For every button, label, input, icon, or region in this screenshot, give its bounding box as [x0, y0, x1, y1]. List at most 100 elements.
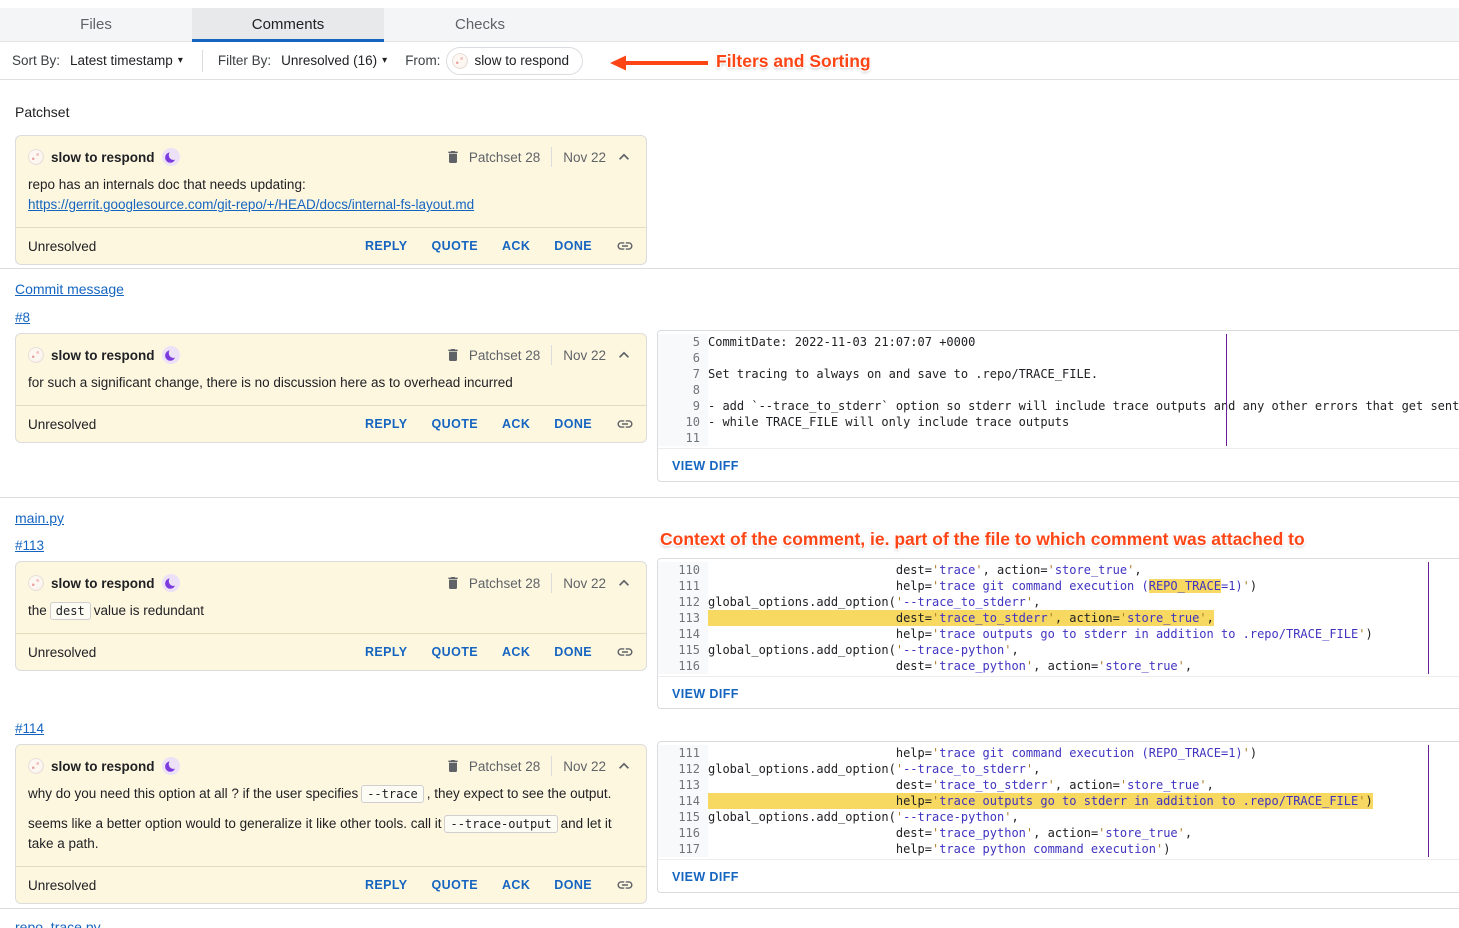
ack-button[interactable]: ACK — [502, 239, 530, 253]
reply-button[interactable]: REPLY — [365, 417, 408, 431]
quote-button[interactable]: QUOTE — [432, 645, 478, 659]
divider — [551, 756, 552, 776]
quote-button[interactable]: QUOTE — [432, 417, 478, 431]
comment-header-meta: Patchset 28Nov 22 — [445, 573, 634, 593]
done-button[interactable]: DONE — [554, 239, 592, 253]
tab-files[interactable]: Files — [0, 8, 192, 41]
view-diff-button[interactable]: VIEW DIFF — [672, 687, 739, 701]
divider — [551, 147, 552, 167]
diff-line-text: dest='trace_python', action='store_true'… — [708, 658, 1192, 674]
line-number: 9 — [658, 398, 708, 414]
diff-line: 117 help='trace python command execution… — [658, 841, 1459, 857]
view-diff-button[interactable]: VIEW DIFF — [672, 459, 739, 473]
comment-actions: REPLY QUOTE ACK DONE — [365, 415, 634, 433]
avatar — [28, 347, 44, 363]
anchor-link-113[interactable]: #113 — [15, 538, 44, 553]
caret-down-icon: ▾ — [382, 55, 387, 66]
diff-context-commit-message: 5CommitDate: 2022-11-03 21:07:07 +000067… — [657, 330, 1459, 482]
tab-comments[interactable]: Comments — [192, 8, 384, 41]
collapse-comment-button[interactable] — [614, 147, 634, 167]
done-button[interactable]: DONE — [554, 878, 592, 892]
comment-date: Nov 22 — [563, 576, 606, 591]
diff-line-text: help='trace python command execution') — [708, 841, 1170, 857]
done-button[interactable]: DONE — [554, 417, 592, 431]
section-separator — [0, 268, 1459, 269]
comment-text: seems like a better option would to gene… — [28, 816, 441, 831]
tab-label: Files — [80, 16, 112, 33]
delete-comment-button[interactable] — [445, 575, 461, 591]
ack-button[interactable]: ACK — [502, 645, 530, 659]
ack-button[interactable]: ACK — [502, 878, 530, 892]
patchset-label: Patchset 28 — [469, 150, 540, 165]
tab-checks[interactable]: Checks — [384, 8, 576, 41]
unresolved-status: Unresolved — [28, 417, 96, 432]
comment-author: slow to respond — [51, 150, 155, 165]
copy-link-button[interactable] — [616, 876, 634, 894]
anchor-link-114[interactable]: #114 — [15, 721, 44, 736]
line-number: 116 — [658, 825, 708, 841]
sort-by-dropdown[interactable]: Latest timestamp ▾ — [66, 51, 187, 70]
comment-link[interactable]: https://gerrit.googlesource.com/git-repo… — [28, 197, 474, 212]
comment-actions: REPLY QUOTE ACK DONE — [365, 876, 634, 894]
link-icon — [616, 415, 634, 433]
diff-code-area: 5CommitDate: 2022-11-03 21:07:07 +000067… — [658, 331, 1459, 449]
done-button[interactable]: DONE — [554, 645, 592, 659]
inline-code: --trace-output — [444, 815, 557, 833]
comment-card-commit-message: slow to respond Patchset 28Nov 22 for such… — [15, 333, 647, 443]
diff-code-area: 110 dest='trace', action='store_true',11… — [658, 559, 1459, 677]
caret-down-icon: ▾ — [178, 55, 183, 66]
from-filter-chip[interactable]: slow to respond — [446, 47, 583, 75]
delete-comment-button[interactable] — [445, 758, 461, 774]
view-diff-button[interactable]: VIEW DIFF — [672, 870, 739, 884]
diff-line-text: dest='trace', action='store_true', — [708, 562, 1142, 578]
comment-header: slow to respondPatchset 28Nov 22 — [16, 745, 646, 776]
collapse-comment-button[interactable] — [614, 345, 634, 365]
comment-text: why do you need this option at all ? if … — [28, 786, 358, 801]
trash-icon — [445, 347, 461, 363]
comment-body: why do you need this option at all ? if … — [16, 776, 646, 866]
chevron-up-icon — [614, 147, 634, 167]
inline-code: dest — [50, 602, 91, 620]
trash-icon — [445, 149, 461, 165]
ack-button[interactable]: ACK — [502, 417, 530, 431]
copy-link-button[interactable] — [616, 237, 634, 255]
diff-line-text: - while TRACE_FILE will only include tra… — [708, 414, 1069, 430]
line-number: 10 — [658, 414, 708, 430]
line-number: 113 — [658, 777, 708, 793]
file-link-commit-message[interactable]: Commit message — [15, 281, 124, 297]
filter-by-dropdown[interactable]: Unresolved (16) ▾ — [277, 51, 391, 70]
diff-line: 110 dest='trace', action='store_true', — [658, 562, 1459, 578]
filter-by-value: Unresolved (16) — [281, 53, 377, 68]
reply-button[interactable]: REPLY — [365, 878, 408, 892]
line-number: 5 — [658, 334, 708, 350]
diff-line: 114 help='trace outputs go to stderr in … — [658, 793, 1459, 809]
section-separator — [0, 908, 1459, 909]
copy-link-button[interactable] — [616, 415, 634, 433]
tab-bar: Files CommentsChecks — [0, 8, 1459, 42]
comment-date: Nov 22 — [563, 150, 606, 165]
comment-header-meta: Patchset 28Nov 22 — [445, 345, 634, 365]
comment-author: slow to respond — [51, 348, 155, 363]
diff-line-text: dest='trace_python', action='store_true'… — [708, 825, 1192, 841]
diff-line-text: help='trace outputs go to stderr in addi… — [708, 793, 1373, 809]
quote-button[interactable]: QUOTE — [432, 239, 478, 253]
collapse-comment-button[interactable] — [614, 756, 634, 776]
comment-text: for such a significant change, there is … — [28, 375, 513, 390]
diff-line-text: help='trace git command execution (REPO_… — [708, 745, 1257, 761]
reply-button[interactable]: REPLY — [365, 645, 408, 659]
comment-paragraph: thedestvalue is redundant — [28, 601, 634, 621]
delete-comment-button[interactable] — [445, 149, 461, 165]
comment-date: Nov 22 — [563, 348, 606, 363]
quote-button[interactable]: QUOTE — [432, 878, 478, 892]
reply-button[interactable]: REPLY — [365, 239, 408, 253]
comment-paragraph: seems like a better option would to gene… — [28, 814, 634, 854]
file-link-repo-trace-py[interactable]: repo_trace.py — [15, 919, 101, 928]
file-link-main-py[interactable]: main.py — [15, 510, 64, 526]
anchor-link-8[interactable]: #8 — [15, 310, 30, 325]
delete-comment-button[interactable] — [445, 347, 461, 363]
copy-link-button[interactable] — [616, 643, 634, 661]
section-heading-patchset: Patchset — [15, 104, 69, 120]
collapse-comment-button[interactable] — [614, 573, 634, 593]
diff-line-text: help='trace outputs go to stderr in addi… — [708, 626, 1373, 642]
diff-line: 6 — [658, 350, 1459, 366]
